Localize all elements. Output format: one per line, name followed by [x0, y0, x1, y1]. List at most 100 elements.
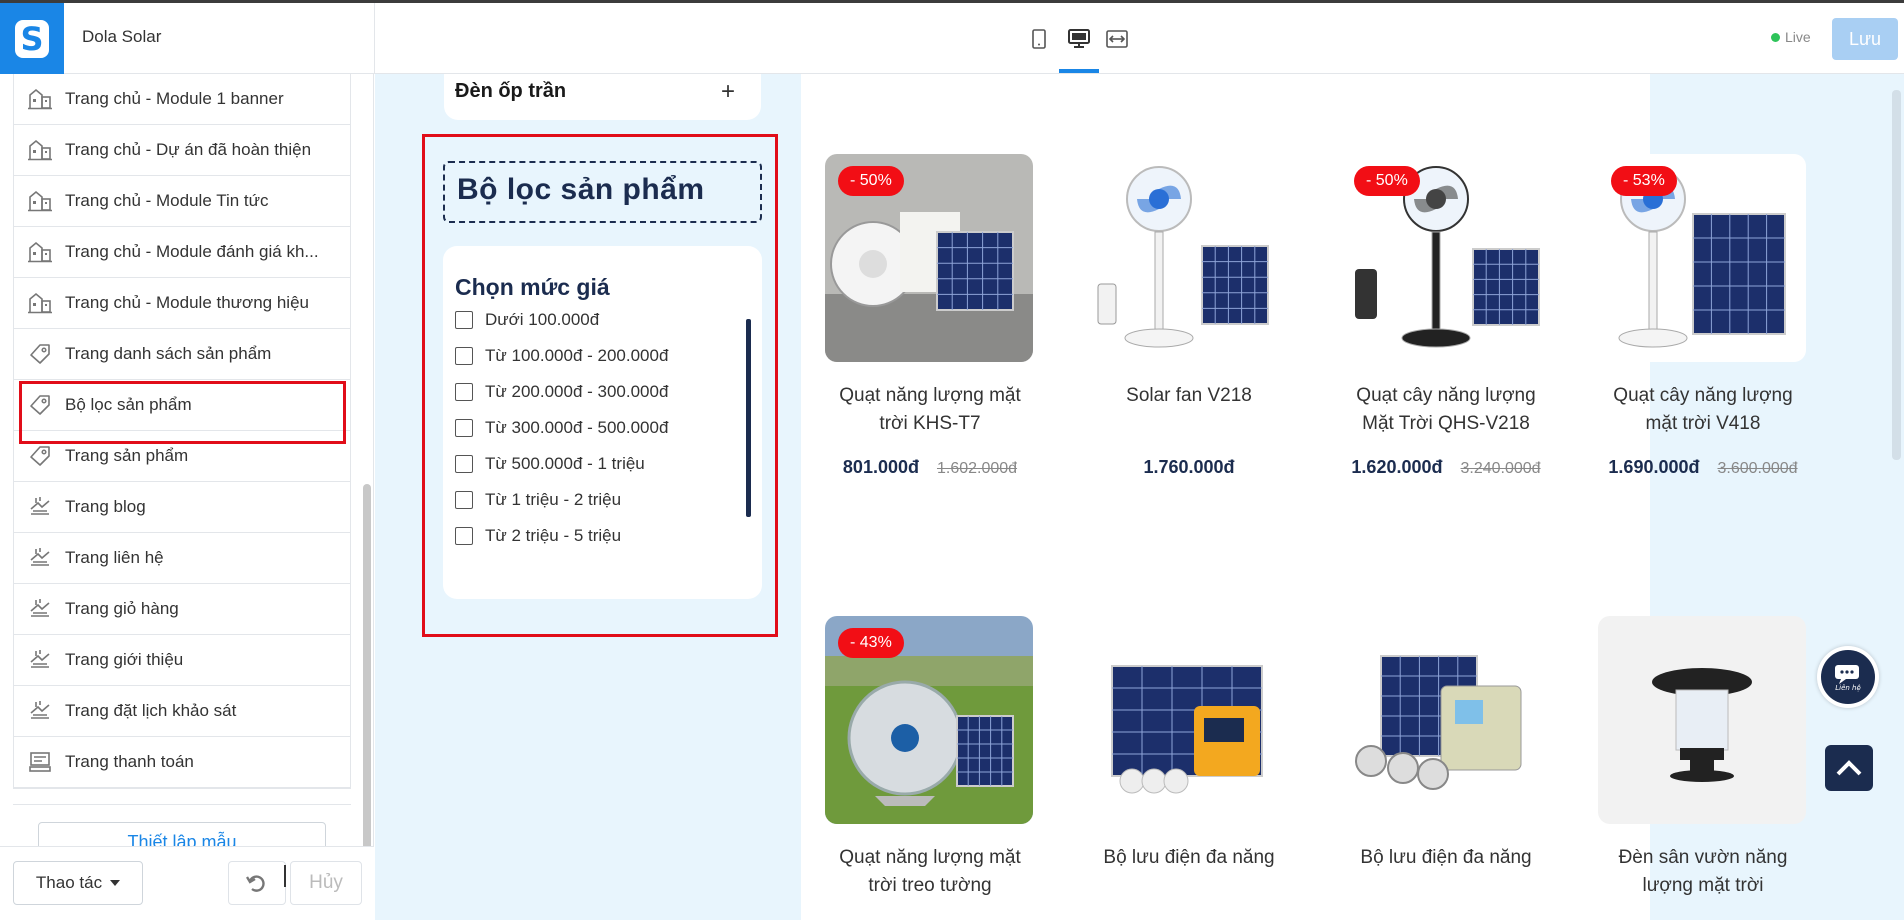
sidebar-item[interactable]: Trang chủ - Module đánh giá kh...: [14, 227, 350, 278]
contact-chat-button[interactable]: Liên hệ: [1817, 646, 1879, 708]
shop-name: Dola Solar: [82, 27, 162, 46]
page-icon: [27, 698, 53, 724]
price-checkbox[interactable]: [455, 491, 473, 509]
sidebar-item[interactable]: Trang giỏ hàng: [14, 584, 350, 635]
product-name-line: Mặt Trời QHS-V218: [1362, 413, 1530, 434]
product-name[interactable]: Solar fan V218: [1084, 382, 1294, 410]
undo-icon: [246, 875, 265, 892]
product-name-line: lượng mặt trời: [1642, 875, 1764, 896]
price-option[interactable]: Từ 200.000đ - 300.000đ: [455, 380, 668, 404]
product-name[interactable]: Quạt cây năng lượng mặt trời V418: [1598, 382, 1808, 438]
price-checkbox[interactable]: [455, 455, 473, 473]
filter-scrollbar[interactable]: [746, 319, 751, 517]
price-option-label: Từ 2 triệu - 5 triệu: [485, 526, 622, 545]
sidebar-item[interactable]: Trang chủ - Module Tin tức: [14, 176, 350, 227]
product-price: 801.000đ: [842, 457, 919, 477]
product-price: 1.760.000đ: [1143, 457, 1235, 477]
canvas-scrollbar[interactable]: [1889, 74, 1904, 920]
actions-dropdown[interactable]: Thao tác: [13, 861, 143, 905]
category-title: Đèn ốp trần: [455, 80, 567, 102]
product-name-line: Đèn sân vườn năng: [1618, 847, 1788, 868]
price-option[interactable]: Dưới 100.000đ: [455, 308, 599, 332]
price-checkbox[interactable]: [455, 383, 473, 401]
price-option[interactable]: Từ 300.000đ - 500.000đ: [455, 416, 668, 440]
product-name[interactable]: Quạt năng lượng mặt trời KHS-T7: [825, 382, 1035, 438]
sidebar-item[interactable]: Trang chủ - Dự án đã hoàn thiện: [14, 125, 350, 176]
price-option-label: Dưới 100.000đ: [485, 310, 600, 329]
tag-icon: [27, 443, 53, 469]
product-name-line: Bộ lưu điện đa năng: [1360, 847, 1532, 868]
sidebar-item-label: Trang liên hệ: [65, 548, 164, 567]
mobile-view-icon[interactable]: [1027, 27, 1051, 51]
sidebar-item-label: Trang giỏ hàng: [65, 599, 179, 618]
product-name-line: Bộ lưu điện đa năng: [1103, 847, 1275, 868]
page-icon: [27, 545, 53, 571]
sidebar-item[interactable]: Trang chủ - Module 1 banner: [14, 74, 350, 125]
expand-plus-icon[interactable]: +: [721, 78, 735, 106]
sidebar-item-label: Trang thanh toán: [65, 752, 194, 771]
price-option[interactable]: Từ 1 triệu - 2 triệu: [455, 488, 621, 512]
category-accordion[interactable]: Đèn ốp trần +: [444, 74, 761, 120]
editor-app: S Dola Solar Live Lưu Trang chủ - Module…: [0, 0, 1904, 920]
sidebar-item[interactable]: Trang chủ - Module thương hiệu: [14, 278, 350, 329]
page-icon: [27, 647, 53, 673]
sidebar-scrollbar[interactable]: [363, 484, 371, 904]
product-image[interactable]: [1341, 616, 1549, 824]
sidebar-item[interactable]: Trang blog: [14, 482, 350, 533]
sidebar-item-label: Trang chủ - Module đánh giá kh...: [65, 242, 319, 261]
product-name[interactable]: Bộ lưu điện đa năng: [1084, 844, 1294, 872]
product-prices: 1.690.000đ 3.600.000đ: [1598, 457, 1808, 478]
save-button[interactable]: Lưu: [1832, 18, 1898, 60]
sidebar-item-label: Trang blog: [65, 497, 146, 516]
product-old-price: 3.600.000đ: [1717, 460, 1798, 477]
sidebar-item[interactable]: Trang giới thiệu: [14, 635, 350, 686]
product-image[interactable]: [1598, 616, 1806, 824]
tag-icon: [27, 392, 53, 418]
product-image[interactable]: [1084, 616, 1292, 824]
product-name[interactable]: Đèn sân vườn năng lượng mặt trời: [1598, 844, 1808, 900]
price-option[interactable]: Từ 2 triệu - 5 triệu: [455, 524, 621, 548]
sidebar-item-label: Trang đặt lịch khảo sát: [65, 701, 237, 720]
sidebar-item[interactable]: Trang liên hệ: [14, 533, 350, 584]
active-device-indicator: [1059, 69, 1099, 73]
price-checkbox[interactable]: [455, 311, 473, 329]
actions-label: Thao tác: [35, 873, 103, 892]
logo-letter: S: [15, 19, 49, 58]
product-name[interactable]: Bộ lưu điện đa năng: [1341, 844, 1551, 872]
product-old-price: 1.602.000đ: [936, 460, 1018, 477]
filter-heading[interactable]: Bộ lọc sản phẩm: [443, 161, 762, 223]
back-to-top-button[interactable]: [1825, 745, 1873, 791]
product-price: 1.690.000đ: [1608, 457, 1700, 477]
product-name[interactable]: Quạt cây năng lượng Mặt Trời QHS-V218: [1341, 382, 1551, 438]
app-logo[interactable]: S: [0, 3, 64, 74]
sidebar-item[interactable]: Trang danh sách sản phẩm: [14, 329, 350, 380]
product-name-line: Quạt năng lượng mặt: [839, 847, 1021, 868]
live-status: Live: [1771, 29, 1811, 45]
product-name-line: Solar fan V218: [1126, 385, 1252, 406]
price-checkbox[interactable]: [455, 527, 473, 545]
template-list: Trang chủ - Module 1 banner Trang chủ - D…: [13, 74, 351, 789]
desktop-view-icon[interactable]: [1067, 27, 1091, 51]
sidebar-item[interactable]: Trang thanh toán: [14, 737, 350, 788]
sidebar-item[interactable]: Trang đặt lịch khảo sát: [14, 686, 350, 737]
header-divider: [374, 3, 375, 74]
sidebar-item[interactable]: Bộ lọc sản phẩm: [14, 380, 350, 444]
sidebar-divider: [13, 804, 351, 805]
product-name-line: Quạt cây năng lượng: [1613, 385, 1793, 406]
product-prices: 1.620.000đ 3.240.000đ: [1341, 457, 1551, 478]
product-image[interactable]: [1084, 154, 1292, 362]
text-cursor: [284, 865, 286, 887]
price-checkbox[interactable]: [455, 347, 473, 365]
price-option[interactable]: Từ 100.000đ - 200.000đ: [455, 344, 668, 368]
sidebar-item-label: Trang chủ - Module thương hiệu: [65, 293, 309, 312]
product-name[interactable]: Quạt năng lượng mặt trời treo tường: [825, 844, 1035, 900]
cancel-button[interactable]: Hủy: [290, 861, 362, 905]
sidebar-item-label: Trang sản phẩm: [65, 446, 189, 465]
fullwidth-view-icon[interactable]: [1105, 27, 1129, 51]
product-price: 1.620.000đ: [1351, 457, 1443, 477]
price-checkbox[interactable]: [455, 419, 473, 437]
scrollbar-thumb[interactable]: [1892, 90, 1901, 460]
undo-button[interactable]: [228, 861, 286, 905]
price-option[interactable]: Từ 500.000đ - 1 triệu: [455, 452, 645, 476]
home-layout-icon: [27, 137, 53, 163]
